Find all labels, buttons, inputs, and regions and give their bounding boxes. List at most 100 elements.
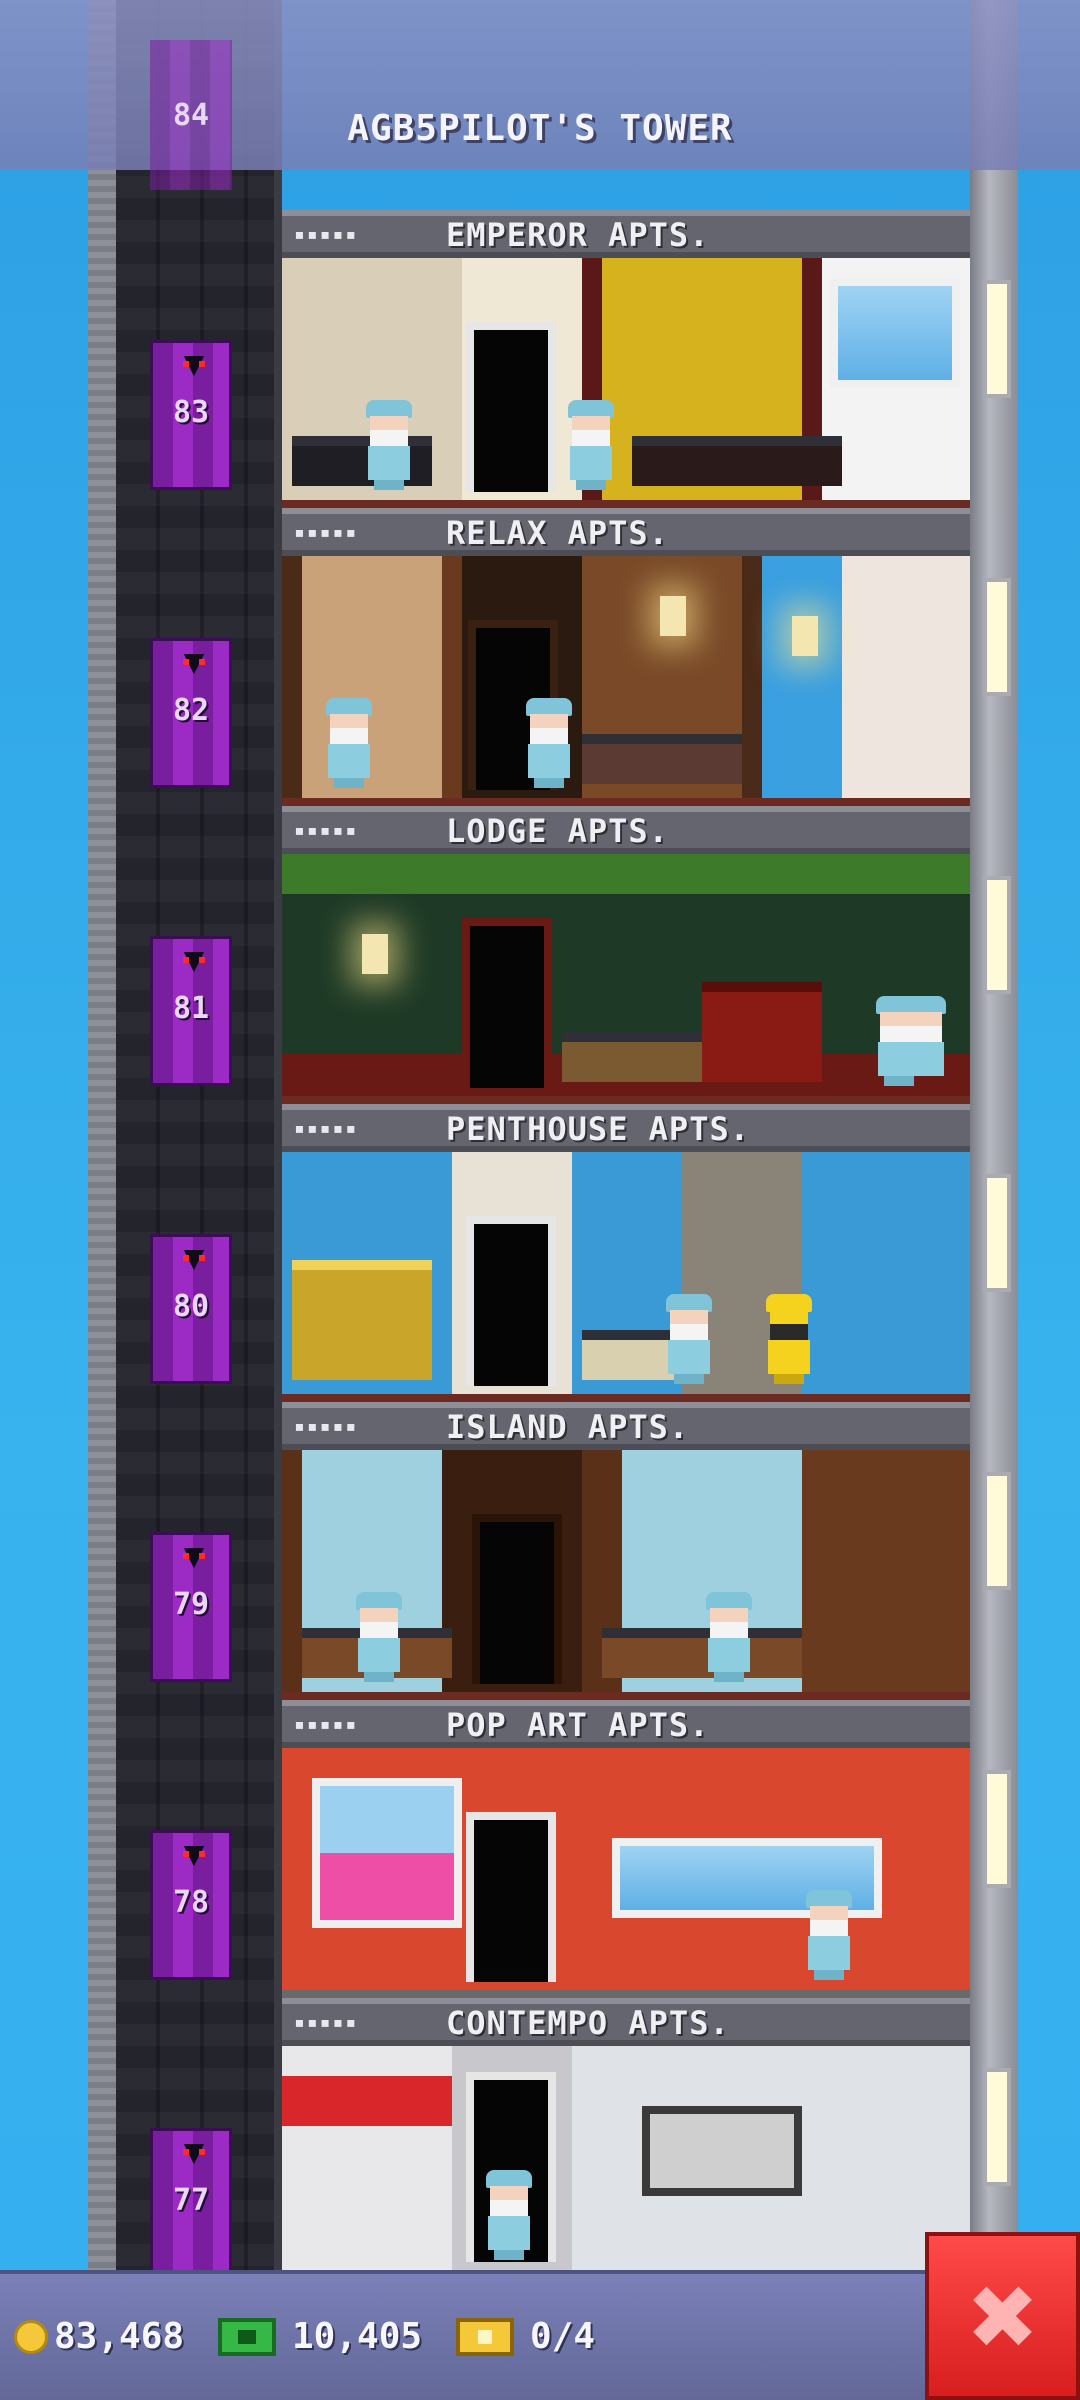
floor-rating: ▪▪▪▪▪: [294, 2012, 359, 2033]
light-panel: [983, 876, 1011, 994]
light-panel: [983, 1472, 1011, 1590]
apartment-door: [462, 918, 552, 1088]
elevator-marker-77[interactable]: ▼ 77: [150, 2128, 232, 2278]
floor-name-bar: ▪▪▪▪▪ POP ART APTS.: [282, 1700, 970, 1748]
floor-relax-apts[interactable]: ▪▪▪▪▪ RELAX APTS.: [282, 508, 970, 806]
floor-name: ISLAND APTS.: [446, 1408, 690, 1446]
floor-lodge-apts[interactable]: ▪▪▪▪▪ LODGE APTS.: [282, 806, 970, 1104]
resident-icon[interactable]: [362, 400, 416, 490]
elevator-marker-80[interactable]: ▼ 80: [150, 1234, 232, 1384]
hanging-lamp: [660, 596, 686, 636]
room-interior: [282, 556, 970, 806]
window: [830, 278, 960, 388]
bat-eyes: [183, 1553, 205, 1559]
room-interior: [282, 1450, 970, 1700]
floor-name: PENTHOUSE APTS.: [446, 1110, 750, 1148]
light-panel: [983, 2068, 1011, 2186]
bat-eyes: [183, 1255, 205, 1261]
staircase: [292, 1260, 432, 1380]
red-panel: [282, 2076, 452, 2126]
room-interior: [282, 258, 970, 508]
floor-penthouse-apts[interactable]: ▪▪▪▪▪ PENTHOUSE APTS.: [282, 1104, 970, 1402]
floor-name-bar: ▪▪▪▪▪ EMPEROR APTS.: [282, 210, 970, 258]
fireplace: [702, 982, 822, 1082]
resident-icon[interactable]: [352, 1592, 406, 1682]
floor-emperor-apts[interactable]: ▪▪▪▪▪ EMPEROR APTS.: [282, 210, 970, 508]
floor-name-bar: ▪▪▪▪▪ PENTHOUSE APTS.: [282, 1104, 970, 1152]
floor-name: EMPEROR APTS.: [446, 216, 710, 254]
apartment-door: [466, 322, 556, 492]
bat-eyes: [183, 957, 205, 963]
close-button[interactable]: ✖: [925, 2232, 1080, 2400]
floor-number: 77: [172, 2183, 210, 2218]
floor-name: LODGE APTS.: [446, 812, 669, 850]
bed: [582, 734, 742, 784]
floor-name: CONTEMPO APTS.: [446, 2004, 730, 2042]
sofa: [562, 1032, 702, 1082]
resident-icon[interactable]: [802, 1890, 856, 1980]
apartment-door: [472, 1514, 562, 1684]
tickets-stat[interactable]: 0/4: [456, 2312, 616, 2360]
coin-icon: [14, 2320, 48, 2354]
floor-name-bar: ▪▪▪▪▪ RELAX APTS.: [282, 508, 970, 556]
elevator-marker-79[interactable]: ▼ 79: [150, 1532, 232, 1682]
bux-icon: [218, 2318, 276, 2356]
floor-contempo-apts[interactable]: ▪▪▪▪▪ CONTEMPO APTS.: [282, 1998, 970, 2270]
ticket-icon: [456, 2318, 514, 2356]
elevator-marker-78[interactable]: ▼ 78: [150, 1830, 232, 1980]
apartment-door: [466, 1216, 556, 1386]
tower-title: AGB5PILOT'S TOWER: [347, 108, 733, 149]
light-panel: [983, 1770, 1011, 1888]
floor-name: POP ART APTS.: [446, 1706, 710, 1744]
bat-eyes: [183, 1851, 205, 1857]
table-lamp: [362, 934, 388, 974]
coins-value: 83,468: [54, 2316, 185, 2357]
bat-eyes: [183, 659, 205, 665]
floor-rating: ▪▪▪▪▪: [294, 820, 359, 841]
resident-icon[interactable]: [662, 1294, 716, 1384]
resident-icon[interactable]: [872, 996, 952, 1086]
light-panel: [983, 578, 1011, 696]
floor-rating: ▪▪▪▪▪: [294, 224, 359, 245]
bux-stat[interactable]: 10,405: [218, 2312, 448, 2360]
room-interior: [282, 2046, 970, 2270]
floor-rating: ▪▪▪▪▪: [294, 522, 359, 543]
bat-eyes: [183, 361, 205, 367]
floor-number: 79: [172, 1587, 210, 1622]
floor-number: 80: [172, 1289, 210, 1324]
floor-number: 83: [172, 395, 210, 430]
resident-icon[interactable]: [564, 400, 618, 490]
resident-icon[interactable]: [522, 698, 576, 788]
hanging-lamp: [792, 616, 818, 656]
floor-rating: ▪▪▪▪▪: [294, 1416, 359, 1437]
coins-stat[interactable]: 83,468: [14, 2312, 214, 2360]
resident-icon[interactable]: [322, 698, 376, 788]
bat-eyes: [183, 2149, 205, 2155]
elevator-marker-81[interactable]: ▼ 81: [150, 936, 232, 1086]
bux-value: 10,405: [292, 2316, 423, 2357]
pop-art-painting: [312, 1778, 462, 1928]
close-icon: ✖: [965, 2266, 1040, 2369]
floor-pop-art-apts[interactable]: ▪▪▪▪▪ POP ART APTS.: [282, 1700, 970, 1998]
floor-number: 81: [172, 991, 210, 1026]
floor-rating: ▪▪▪▪▪: [294, 1714, 359, 1735]
floor-name-bar: ▪▪▪▪▪ CONTEMPO APTS.: [282, 1998, 970, 2046]
resident-icon[interactable]: [702, 1592, 756, 1682]
bed: [632, 436, 842, 486]
status-bar: 83,468 10,405 0/4: [0, 2270, 925, 2400]
wall-art: [642, 2106, 802, 2196]
light-panel: [983, 280, 1011, 398]
resident-icon[interactable]: [482, 2170, 536, 2260]
floor-rating: ▪▪▪▪▪: [294, 1118, 359, 1139]
room-interior: [282, 854, 970, 1104]
floor-name: RELAX APTS.: [446, 514, 669, 552]
floor-number: 82: [172, 693, 210, 728]
floor-name-bar: ▪▪▪▪▪ ISLAND APTS.: [282, 1402, 970, 1450]
floor-name-bar: ▪▪▪▪▪ LODGE APTS.: [282, 806, 970, 854]
elevator-marker-83[interactable]: ▼ 83: [150, 340, 232, 490]
elevator-marker-82[interactable]: ▼ 82: [150, 638, 232, 788]
resident-hazmat-icon[interactable]: [762, 1294, 816, 1384]
floor-number: 78: [172, 1885, 210, 1920]
floor-island-apts[interactable]: ▪▪▪▪▪ ISLAND APTS.: [282, 1402, 970, 1700]
room-interior: [282, 1748, 970, 1998]
